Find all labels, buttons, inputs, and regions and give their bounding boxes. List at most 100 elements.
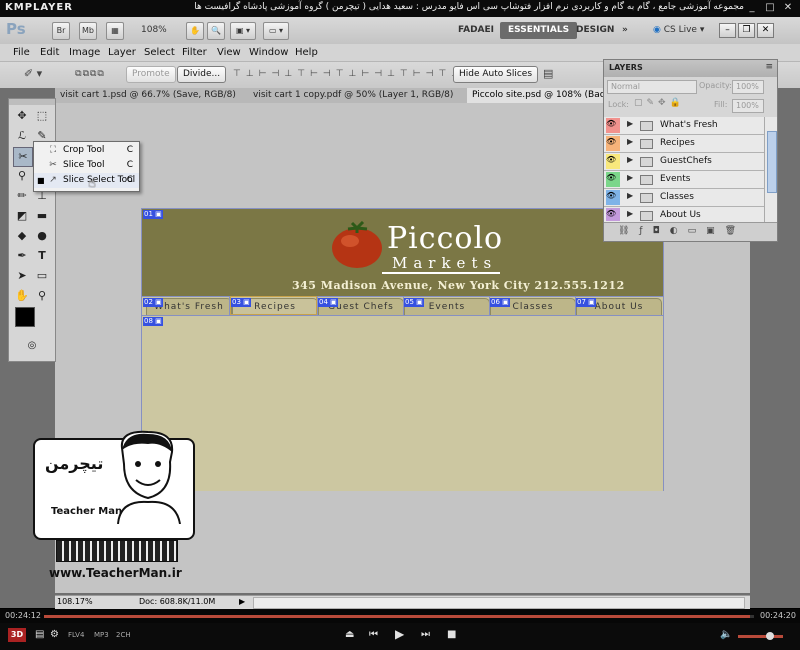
slice-number-tag[interactable]: 03 ▣ [231, 298, 251, 307]
hand-tool-button[interactable]: ✋ [186, 22, 204, 40]
eye-icon[interactable]: 👁 [606, 190, 620, 205]
flyout-item-slice[interactable]: ✂ Slice Tool C [34, 158, 139, 173]
layer-row[interactable]: 👁 ▶ GuestChefs [604, 153, 764, 171]
maximize-icon[interactable]: □ [764, 2, 776, 13]
tool-preset-picker-icon[interactable]: ✐ ▾ [20, 68, 46, 79]
menu-filter[interactable]: Filter [182, 44, 207, 61]
slice-number-tag[interactable]: 01 ▣ [143, 210, 163, 219]
eye-icon[interactable]: 👁 [606, 172, 620, 187]
play-icon[interactable]: ▶ [395, 627, 404, 641]
volume-knob[interactable] [766, 632, 774, 640]
quick-mask-icon[interactable]: ◎ [23, 337, 41, 355]
eject-icon[interactable]: ⏏ [345, 629, 354, 640]
playlist-icon[interactable]: ▤ [35, 629, 44, 640]
blend-mode-select[interactable]: Normal [607, 80, 697, 94]
eye-icon[interactable]: 👁 [606, 154, 620, 169]
expand-triangle-icon[interactable]: ▶ [627, 209, 633, 218]
next-icon[interactable]: ⏭ [421, 629, 430, 640]
slice-number-tag[interactable]: 07 ▣ [576, 298, 596, 307]
app-close-icon[interactable]: ✕ [757, 23, 774, 38]
expand-triangle-icon[interactable]: ▶ [627, 155, 633, 164]
expand-triangle-icon[interactable]: ▶ [627, 137, 633, 146]
tab-visit-cart-1-copy[interactable]: visit cart 1 copy.pdf @ 50% (Layer 1, RG… [248, 88, 469, 103]
slice-options-icon[interactable]: ▤ [543, 68, 553, 79]
panel-menu-icon[interactable]: ≡ [765, 62, 773, 72]
expand-triangle-icon[interactable]: ▶ [627, 191, 633, 200]
workspace-fadaei[interactable]: FADAEI [450, 22, 502, 39]
tab-visit-cart-1[interactable]: visit cart 1.psd @ 66.7% (Save, RGB/8) [55, 88, 253, 103]
workspace-essentials[interactable]: ESSENTIALS [500, 22, 578, 39]
minimize-icon[interactable]: _ [746, 2, 758, 13]
blur-tool-icon[interactable]: ◆ [13, 227, 31, 245]
layer-row[interactable]: 👁 ▶ What's Fresh [604, 117, 764, 135]
menu-help[interactable]: Help [295, 44, 318, 61]
flyout-item-slice-select[interactable]: ■ ↗ Slice Select Tool C [34, 173, 139, 188]
previous-icon[interactable]: ⏮ [369, 629, 378, 640]
pen-tool-icon[interactable]: ✒ [13, 247, 31, 265]
menu-window[interactable]: Window [249, 44, 288, 61]
close-icon[interactable]: ✕ [782, 2, 794, 13]
path-selection-tool-icon[interactable]: ➤ [13, 267, 31, 285]
eraser-tool-icon[interactable]: ◩ [13, 207, 31, 225]
lock-icons[interactable]: ▢✎✥🔒 [634, 98, 685, 108]
layer-row[interactable]: 👁 ▶ About Us [604, 207, 764, 223]
expand-triangle-icon[interactable]: ▶ [627, 119, 633, 128]
slice-number-tag[interactable]: 06 ▣ [490, 298, 510, 307]
menu-select[interactable]: Select [144, 44, 175, 61]
menu-layer[interactable]: Layer [108, 44, 136, 61]
hand-tool-icon[interactable]: ✋ [13, 287, 31, 305]
status-zoom[interactable]: 108.17% [57, 597, 93, 606]
bridge-button[interactable]: Br [52, 22, 70, 40]
layers-scrollbar[interactable] [764, 117, 777, 222]
slice-number-tag[interactable]: 05 ▣ [404, 298, 424, 307]
align-distribute-icons[interactable]: ⊤⊥⊢⊣⊥⊤⊢⊣⊤⊥⊢⊣⊥⊤⊢⊣⊤⊥ [233, 69, 459, 79]
scrollbar-thumb[interactable] [767, 131, 777, 193]
type-tool-icon[interactable]: T [33, 247, 51, 265]
layer-row[interactable]: 👁 ▶ Recipes [604, 135, 764, 153]
3d-badge[interactable]: 3D [8, 628, 26, 642]
flyout-item-crop[interactable]: ⛶ Crop Tool C [34, 143, 139, 158]
stop-icon[interactable]: ■ [447, 629, 456, 640]
eye-icon[interactable]: 👁 [606, 208, 620, 221]
slice-number-tag[interactable]: 08 ▣ [143, 317, 163, 326]
zoom-tool-icon[interactable]: ⚲ [33, 287, 51, 305]
cs-live-button[interactable]: ◉ CS Live ▾ [653, 22, 704, 39]
promote-button[interactable]: Promote [126, 66, 176, 83]
slice-number-tag[interactable]: 04 ▣ [318, 298, 338, 307]
menu-view[interactable]: View [217, 44, 241, 61]
horizontal-scrollbar[interactable] [253, 597, 745, 609]
toolbox-grip[interactable] [9, 99, 55, 105]
mini-bridge-button[interactable]: Mb [79, 22, 97, 40]
arrange-documents-button[interactable]: ▣ ▾ [230, 22, 256, 40]
slice-select-tool-icon[interactable]: ✂ [13, 147, 33, 167]
foreground-color-swatch[interactable] [15, 307, 35, 327]
expand-triangle-icon[interactable]: ▶ [627, 173, 633, 182]
view-extras-button[interactable]: ▦ [106, 22, 124, 40]
slice-number-tag[interactable]: 02 ▣ [143, 298, 163, 307]
menu-image[interactable]: Image [69, 44, 100, 61]
status-menu-icon[interactable]: ▶ [239, 597, 245, 606]
menu-edit[interactable]: Edit [40, 44, 59, 61]
marquee-tool-icon[interactable]: ⬚ [33, 107, 51, 125]
app-restore-icon[interactable]: ❐ [738, 23, 755, 38]
layers-panel-header[interactable]: LAYERS ≡ [604, 60, 777, 77]
document-canvas[interactable]: Piccolo Markets 345 Madison Avenue, New … [141, 208, 664, 491]
seek-track[interactable] [44, 615, 754, 618]
divide-button[interactable]: Divide... [177, 66, 227, 83]
layer-action-icons[interactable]: ⛓ƒ◘◐▭▣🗑 [618, 226, 746, 236]
menu-file[interactable]: File [13, 44, 30, 61]
eye-icon[interactable]: 👁 [606, 136, 620, 151]
layer-row[interactable]: 👁 ▶ Events [604, 171, 764, 189]
eye-icon[interactable]: 👁 [606, 118, 620, 133]
brush-tool-icon[interactable]: ✏ [13, 187, 31, 205]
hide-auto-slices-button[interactable]: Hide Auto Slices [453, 66, 539, 83]
app-minimize-icon[interactable]: – [719, 23, 736, 38]
screen-mode-button[interactable]: ▭ ▾ [263, 22, 289, 40]
fill-field[interactable]: 100% [732, 99, 764, 113]
more-workspaces-button[interactable]: » [614, 22, 636, 39]
shape-tool-icon[interactable]: ▭ [33, 267, 51, 285]
gradient-tool-icon[interactable]: ▬ [33, 207, 51, 225]
volume-icon[interactable]: 🔈 [720, 629, 732, 640]
lasso-tool-icon[interactable]: ℒ [13, 127, 31, 145]
volume-slider[interactable] [738, 632, 783, 640]
